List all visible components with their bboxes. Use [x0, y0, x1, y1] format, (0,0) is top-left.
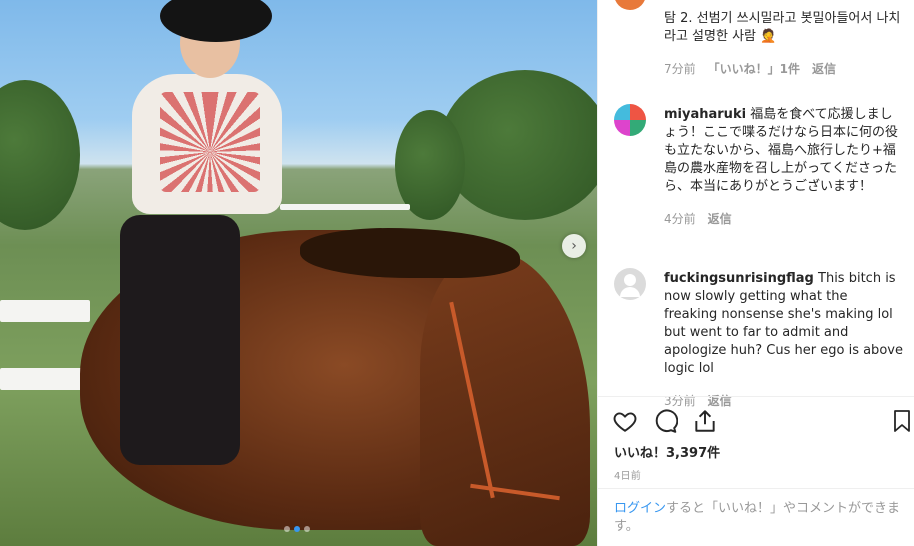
login-link[interactable]: ログイン: [614, 501, 666, 516]
horse-mane: [300, 228, 520, 278]
action-bar: [612, 408, 912, 436]
heart-icon: [613, 412, 637, 432]
carousel-dot: [304, 526, 310, 532]
comment-likes[interactable]: 「いいね！」1件: [708, 60, 800, 77]
like-button[interactable]: [612, 408, 640, 436]
avatar[interactable]: [614, 0, 646, 10]
comments-panel: 탐 2. 선범기 쓰시밀라고 봇밀아들어서 나치라고 설명한 사람 🤦 7分前 …: [597, 0, 914, 546]
comment-username[interactable]: miyaharuki: [664, 107, 746, 122]
comment-time[interactable]: 4分前: [664, 210, 696, 227]
fence-rail: [0, 300, 90, 322]
carousel-dots: [284, 526, 310, 532]
comment-icon: [655, 409, 679, 433]
save-button[interactable]: [890, 408, 914, 436]
avatar[interactable]: [614, 268, 646, 300]
comment-time[interactable]: 7分前: [664, 60, 696, 77]
likes-count[interactable]: いいね！3,397件: [614, 442, 720, 461]
bookmark-icon: [894, 410, 910, 432]
comment-text: 탐 2. 선범기 쓰시밀라고 봇밀아들어서 나치라고 설명한 사람 🤦: [664, 11, 901, 44]
comment-body: miyaharuki 福島を食べて応援しましょう！ここで喋るだけなら日本に何の役…: [664, 106, 904, 196]
comment-body: fuckingsunrisingflag This bitch is now s…: [664, 270, 904, 378]
divider: [598, 488, 914, 489]
post-photo[interactable]: ›: [0, 0, 597, 546]
comment-text: This bitch is now slowly getting what th…: [664, 271, 903, 376]
reply-button[interactable]: 返信: [708, 392, 732, 409]
comment-meta: 7分前 「いいね！」1件 返信: [664, 60, 904, 77]
share-icon: [695, 410, 715, 432]
login-prompt: ログインすると「いいね！」やコメントができます。: [614, 500, 910, 536]
tree-right: [440, 70, 597, 220]
comment-button[interactable]: [652, 408, 680, 436]
fence-rail: [280, 204, 410, 210]
carousel-dot-active: [294, 526, 300, 532]
divider: [598, 396, 914, 397]
comment: miyaharuki 福島を食べて応援しましょう！ここで喋るだけなら日本に何の役…: [664, 106, 904, 227]
share-button[interactable]: [692, 408, 720, 436]
shirt-print: [160, 92, 260, 192]
comment-meta: 3分前 返信: [664, 392, 904, 409]
rider-legs: [120, 215, 240, 465]
horse-neck: [420, 250, 590, 546]
comment: fuckingsunrisingflag This bitch is now s…: [664, 270, 904, 409]
post-date[interactable]: 4日前: [614, 467, 641, 482]
reply-button[interactable]: 返信: [812, 60, 836, 77]
comment-username[interactable]: fuckingsunrisingflag: [664, 271, 814, 286]
rider-hat: [160, 0, 272, 42]
avatar[interactable]: [614, 104, 646, 136]
carousel-next-button[interactable]: ›: [562, 234, 586, 258]
fence-rail: [0, 368, 90, 390]
chevron-right-icon: ›: [571, 238, 577, 254]
comment-meta: 4分前 返信: [664, 210, 904, 227]
comment-time[interactable]: 3分前: [664, 392, 696, 409]
reply-button[interactable]: 返信: [708, 210, 732, 227]
comment: 탐 2. 선범기 쓰시밀라고 봇밀아들어서 나치라고 설명한 사람 🤦 7分前 …: [664, 10, 904, 77]
carousel-dot: [284, 526, 290, 532]
tree-left: [0, 80, 80, 230]
